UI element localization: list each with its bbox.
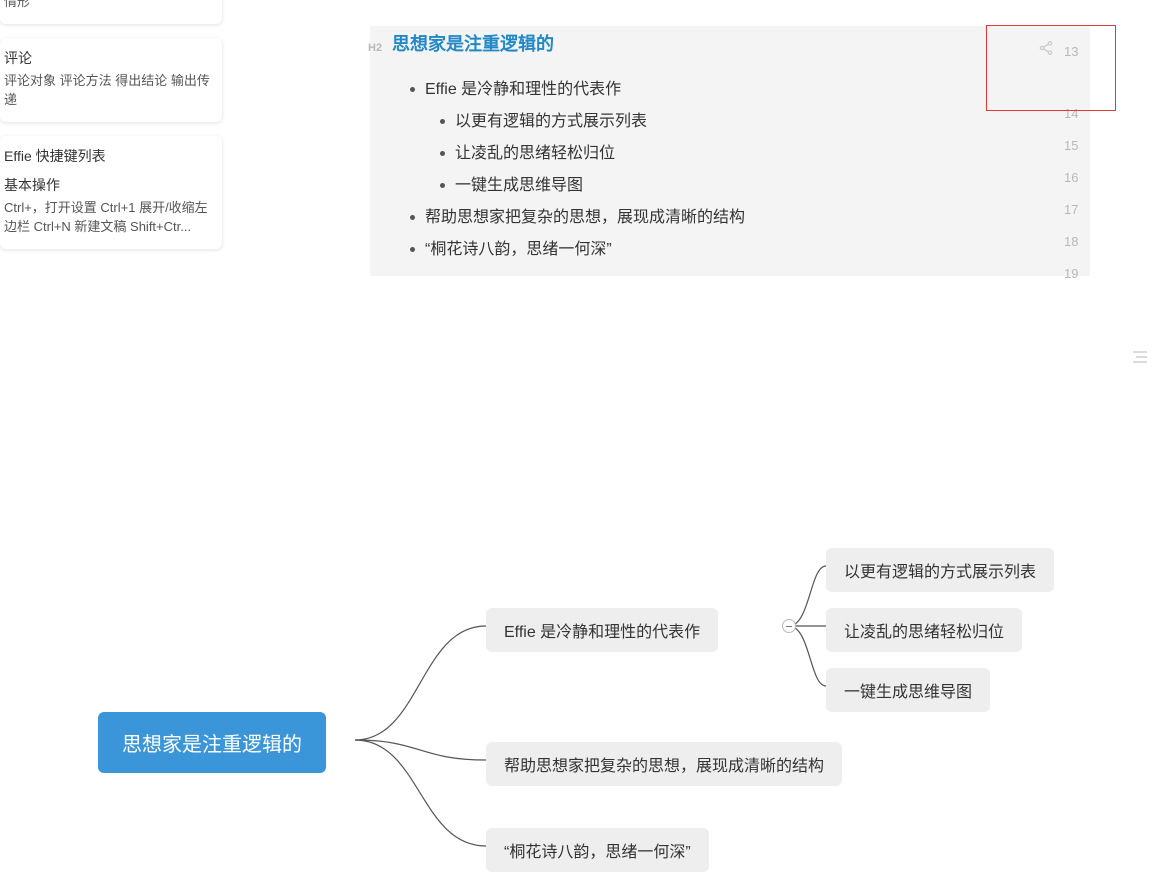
bullet-item[interactable]: 一键生成思维导图	[370, 170, 1090, 202]
mindmap-canvas[interactable]: 思想家是注重逻辑的 Effie 是冷静和理性的代表作 以更有逻辑的方式展示列表 …	[0, 308, 1159, 869]
bullet-item[interactable]: 以更有逻辑的方式展示列表	[370, 106, 1090, 138]
line-number: 18	[1064, 226, 1078, 258]
line-number: 17	[1064, 194, 1078, 226]
mindmap-node[interactable]: 以更有逻辑的方式展示列表	[826, 548, 1054, 592]
sidebar: 情形 评论 评论对象 评论方法 得出结论 输出传递 Effie 快捷键列表 基本…	[0, 0, 222, 263]
line-number: 19	[1064, 258, 1078, 290]
node-label: “桐花诗八韵，思绪一何深”	[504, 844, 691, 861]
editor-panel[interactable]: H2 思想家是注重逻辑的 Effie 是冷静和理性的代表作 以更有逻辑的方式展示…	[370, 26, 1090, 276]
node-label: 帮助思想家把复杂的思想，展现成清晰的结构	[504, 758, 824, 775]
card-body: Ctrl+，打开设置 Ctrl+1 展开/收缩左边栏 Ctrl+N 新建文稿 S…	[4, 198, 210, 237]
card-subtitle: 基本操作	[4, 175, 210, 196]
bullet-item[interactable]: 帮助思想家把复杂的思想，展现成清晰的结构	[370, 202, 1090, 234]
sidebar-card[interactable]: 评论 评论对象 评论方法 得出结论 输出传递	[0, 38, 222, 122]
card-snippet: 情形	[4, 0, 210, 12]
card-body: 评论对象 评论方法 得出结论 输出传递	[4, 71, 210, 110]
card-title: 评论	[4, 48, 210, 69]
node-label: 一键生成思维导图	[844, 684, 972, 701]
mindmap-menu-icon[interactable]	[1131, 350, 1149, 364]
highlight-box	[986, 25, 1116, 111]
collapse-toggle-icon[interactable]	[782, 619, 796, 633]
editor-heading-row[interactable]: H2 思想家是注重逻辑的	[370, 26, 1090, 74]
node-label: 让凌乱的思绪轻松归位	[844, 624, 1004, 641]
heading-level-tag: H2	[368, 32, 382, 64]
node-label: 思想家是注重逻辑的	[122, 734, 302, 756]
mindmap-node[interactable]: 帮助思想家把复杂的思想，展现成清晰的结构	[486, 742, 842, 786]
mindmap-node[interactable]: Effie 是冷静和理性的代表作	[486, 608, 718, 652]
mindmap-node[interactable]: 一键生成思维导图	[826, 668, 990, 712]
bullet-item[interactable]: 让凌乱的思绪轻松归位	[370, 138, 1090, 170]
node-label: 以更有逻辑的方式展示列表	[844, 564, 1036, 581]
bullet-item[interactable]: “桐花诗八韵，思绪一何深”	[370, 234, 1090, 266]
line-number: 15	[1064, 130, 1078, 162]
card-title: Effie 快捷键列表	[4, 146, 210, 167]
line-number: 16	[1064, 162, 1078, 194]
node-label: Effie 是冷静和理性的代表作	[504, 624, 700, 641]
mindmap-root-node[interactable]: 思想家是注重逻辑的	[98, 712, 326, 773]
mindmap-node[interactable]: “桐花诗八韵，思绪一何深”	[486, 828, 709, 872]
mindmap-node[interactable]: 让凌乱的思绪轻松归位	[826, 608, 1022, 652]
sidebar-card[interactable]: 情形	[0, 0, 222, 24]
sidebar-card[interactable]: Effie 快捷键列表 基本操作 Ctrl+，打开设置 Ctrl+1 展开/收缩…	[0, 136, 222, 249]
bullet-item[interactable]: Effie 是冷静和理性的代表作	[370, 74, 1090, 106]
